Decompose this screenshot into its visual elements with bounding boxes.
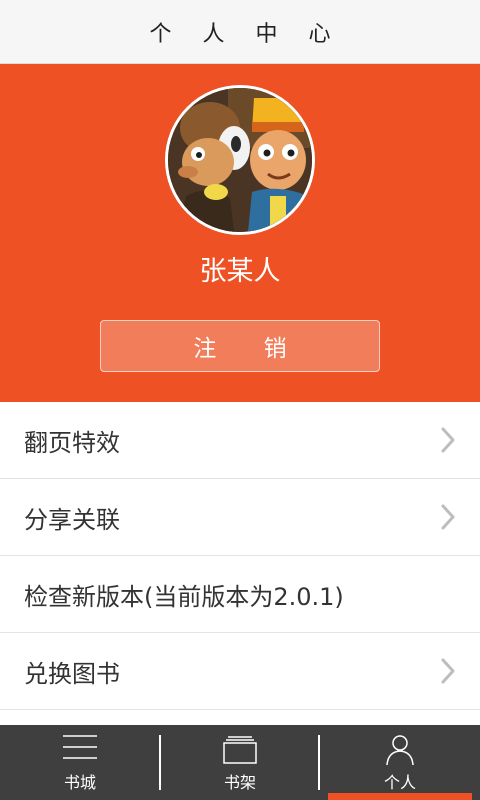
tab-personal[interactable]: 个人: [320, 725, 480, 800]
tab-label: 书架: [223, 773, 256, 792]
chevron-right-icon: [441, 427, 455, 453]
tab-bookstore[interactable]: 书城: [0, 725, 160, 800]
user-name: 张某人: [199, 256, 281, 287]
tab-label: 书城: [63, 773, 96, 792]
profile-panel: 张某人 注 销: [0, 64, 480, 402]
logout-button[interactable]: 注 销: [100, 320, 380, 372]
title-bar: 个 人 中 心: [0, 0, 480, 64]
menu-item-label: 检查新版本(当前版本为2.0.1): [24, 582, 344, 611]
menu-item-label: 翻页特效: [24, 428, 120, 457]
nav-divider: [318, 735, 320, 790]
chevron-right-icon: [441, 504, 455, 530]
person-icon: [386, 735, 414, 766]
menu-item-check-update[interactable]: 检查新版本(当前版本为2.0.1): [0, 556, 480, 633]
nav-divider: [159, 735, 161, 790]
bookshelf-icon: [223, 736, 257, 764]
logout-label: 注 销: [193, 336, 307, 362]
settings-menu: 翻页特效 分享关联 检查新版本(当前版本为2.0.1) 兑换图书: [0, 402, 480, 710]
avatar-image: [168, 88, 312, 232]
menu-item-redeem-book[interactable]: 兑换图书: [0, 633, 480, 710]
bottom-nav: 书城 书架 个人: [0, 725, 480, 800]
page-title: 个 人 中 心: [149, 21, 343, 47]
tab-label: 个人: [383, 773, 416, 792]
menu-item-label: 兑换图书: [24, 659, 120, 688]
tab-bookshelf[interactable]: 书架: [160, 725, 320, 800]
avatar[interactable]: [165, 85, 315, 235]
menu-item-page-turn-effect[interactable]: 翻页特效: [0, 402, 480, 479]
screen: 个 人 中 心 张某人 注 销 翻页特效 分享关联 检查新版本(当前版本为2.0…: [0, 0, 480, 800]
active-tab-indicator: [328, 793, 472, 800]
menu-lines-icon: [63, 735, 97, 759]
chevron-right-icon: [441, 658, 455, 684]
menu-item-share-link[interactable]: 分享关联: [0, 479, 480, 556]
menu-item-label: 分享关联: [24, 505, 120, 534]
